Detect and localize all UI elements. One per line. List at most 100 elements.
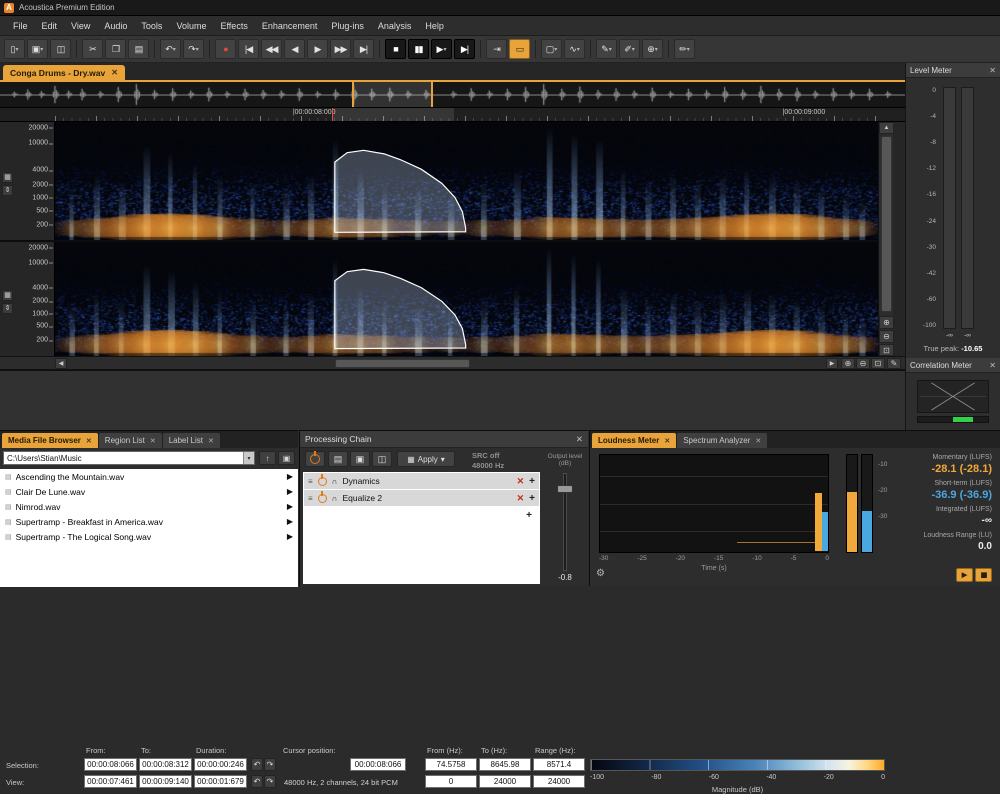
- drag-handle-icon[interactable]: ≡: [308, 494, 313, 503]
- selection-undo-button[interactable]: ↶: [251, 758, 263, 771]
- power-icon[interactable]: [318, 477, 327, 486]
- view-range-hz-field[interactable]: [533, 775, 585, 788]
- chevron-down-icon[interactable]: ▾: [243, 452, 254, 464]
- tab-spectrum-analyzer[interactable]: Spectrum Analyzer✕: [677, 433, 767, 448]
- play-backward-button[interactable]: ◀: [284, 39, 305, 59]
- zoom-in-horizontal-button[interactable]: ⊕: [841, 358, 855, 369]
- remove-icon[interactable]: ✕: [517, 476, 525, 487]
- menu-plugins[interactable]: Plug-ins: [324, 18, 371, 34]
- zoom-tool-button[interactable]: ⊕▾: [642, 39, 663, 59]
- close-icon[interactable]: ✕: [664, 437, 670, 445]
- channel-scroll-button[interactable]: ⇕: [2, 185, 13, 196]
- scroll-left-button[interactable]: ◀: [55, 358, 67, 369]
- preview-play-icon[interactable]: ▶: [287, 517, 293, 526]
- add-icon[interactable]: +: [529, 493, 535, 504]
- spectral-selection[interactable]: [55, 242, 878, 356]
- horizontal-scrollbar[interactable]: ◀ ▶ ⊕ ⊖ ⊡ ✎: [0, 356, 905, 370]
- view-redo-button[interactable]: ↷: [264, 775, 276, 788]
- tab-region-list[interactable]: Region List✕: [99, 433, 162, 448]
- edit-cursor-button[interactable]: ✎: [887, 358, 901, 369]
- new-file-button[interactable]: ▯▾: [4, 39, 25, 59]
- menu-file[interactable]: File: [6, 18, 35, 34]
- selection-duration-field[interactable]: [194, 758, 247, 771]
- close-icon[interactable]: ✕: [150, 437, 156, 445]
- preview-play-icon[interactable]: ▶: [287, 487, 293, 496]
- view-from-field[interactable]: [84, 775, 137, 788]
- menu-edit[interactable]: Edit: [35, 18, 65, 34]
- play-selection-button[interactable]: ▶▾: [431, 39, 452, 59]
- play-button[interactable]: ▶: [307, 39, 328, 59]
- view-from-hz-field[interactable]: [425, 775, 477, 788]
- zoom-fit-horizontal-button[interactable]: ⊡: [871, 358, 885, 369]
- selection-from-field[interactable]: [84, 758, 137, 771]
- apply-button[interactable]: ▦ Apply ▾: [397, 451, 455, 467]
- menu-tools[interactable]: Tools: [134, 18, 169, 34]
- view-undo-button[interactable]: ↶: [251, 775, 263, 788]
- menu-view[interactable]: View: [64, 18, 97, 34]
- headphones-icon[interactable]: ∩: [332, 477, 338, 486]
- browse-folder-button[interactable]: ▣: [278, 451, 295, 465]
- loudness-pause-button[interactable]: ▮▮: [975, 568, 992, 582]
- drag-handle-icon[interactable]: ≡: [308, 477, 313, 486]
- menu-help[interactable]: Help: [418, 18, 451, 34]
- vertical-scrollbar[interactable]: ▲ ⊕ ⊖ ⊡: [878, 122, 893, 356]
- view-duration-field[interactable]: [194, 775, 247, 788]
- selection-redo-button[interactable]: ↷: [264, 758, 276, 771]
- file-row[interactable]: ▤Supertramp - The Logical Song.wav▶: [0, 529, 298, 544]
- view-to-field[interactable]: [139, 775, 192, 788]
- close-icon[interactable]: ✕: [111, 68, 118, 77]
- channel-options-button[interactable]: ▦: [2, 172, 13, 183]
- loudness-play-button[interactable]: ▶: [956, 568, 973, 582]
- add-icon[interactable]: +: [529, 476, 535, 487]
- menu-volume[interactable]: Volume: [169, 18, 213, 34]
- rewind-button[interactable]: ◀◀: [261, 39, 282, 59]
- chain-new-button[interactable]: ▤: [328, 451, 348, 467]
- headphones-icon[interactable]: ∩: [332, 494, 338, 503]
- horizontal-scroll-thumb[interactable]: [335, 359, 470, 368]
- cursor-position-field[interactable]: [350, 758, 406, 771]
- channel-options-button[interactable]: ▦: [2, 290, 13, 301]
- output-level-slider[interactable]: [543, 473, 587, 571]
- chain-item-equalize[interactable]: ≡ ∩ Equalize 2 ✕ +: [304, 490, 539, 506]
- pause-button[interactable]: ▮▮: [408, 39, 429, 59]
- channel-scroll-button[interactable]: ⇕: [2, 303, 13, 314]
- menu-audio[interactable]: Audio: [97, 18, 134, 34]
- spectrogram-channel-1[interactable]: 20000 10000 4000 2000 1000 500 200 ▦ ⇕: [0, 122, 905, 242]
- chain-open-button[interactable]: ▣: [350, 451, 370, 467]
- chain-power-button[interactable]: [305, 451, 325, 467]
- tab-media-file-browser[interactable]: Media File Browser✕: [2, 433, 98, 448]
- file-row[interactable]: ▤Nimrod.wav▶: [0, 499, 298, 514]
- selection-to-field[interactable]: [139, 758, 192, 771]
- go-to-start-button[interactable]: |◀: [238, 39, 259, 59]
- stop-button[interactable]: ■: [385, 39, 406, 59]
- overview-waveform[interactable]: [0, 82, 905, 108]
- loop-selection-toggle[interactable]: ▭: [509, 39, 530, 59]
- redo-button[interactable]: ↷▾: [183, 39, 204, 59]
- scroll-right-button[interactable]: ▶: [826, 358, 838, 369]
- preview-play-icon[interactable]: ▶: [287, 532, 293, 541]
- selection-from-hz-field[interactable]: [425, 758, 477, 771]
- tab-conga-drums-dry[interactable]: Conga Drums - Dry.wav ✕: [3, 65, 125, 80]
- preview-play-icon[interactable]: ▶: [287, 502, 293, 511]
- spectral-selection[interactable]: [55, 122, 878, 240]
- menu-enhancement[interactable]: Enhancement: [255, 18, 325, 34]
- view-to-hz-field[interactable]: [479, 775, 531, 788]
- fast-forward-button[interactable]: ▶▶: [330, 39, 351, 59]
- loudness-settings-button[interactable]: ⚙: [596, 568, 605, 579]
- remove-icon[interactable]: ✕: [517, 493, 525, 504]
- open-file-button[interactable]: ▣▾: [27, 39, 48, 59]
- file-row[interactable]: ▤Ascending the Mountain.wav▶: [0, 469, 298, 484]
- go-next-button[interactable]: ▶|: [454, 39, 475, 59]
- vertical-scroll-thumb[interactable]: [881, 136, 892, 312]
- slider-handle[interactable]: [557, 485, 573, 493]
- parent-folder-button[interactable]: ↑: [259, 451, 276, 465]
- paste-button[interactable]: ▤: [128, 39, 149, 59]
- close-icon[interactable]: ✕: [86, 437, 92, 445]
- time-ruler[interactable]: |00:00:08:000 |00:00:09:000: [0, 108, 905, 122]
- close-icon[interactable]: ✕: [989, 66, 996, 75]
- zoom-fit-vertical-button[interactable]: ⊡: [879, 344, 894, 356]
- chain-save-button[interactable]: ◫: [372, 451, 392, 467]
- overview-selection[interactable]: [352, 82, 433, 107]
- close-icon[interactable]: ✕: [576, 434, 583, 445]
- tab-label-list[interactable]: Label List✕: [163, 433, 220, 448]
